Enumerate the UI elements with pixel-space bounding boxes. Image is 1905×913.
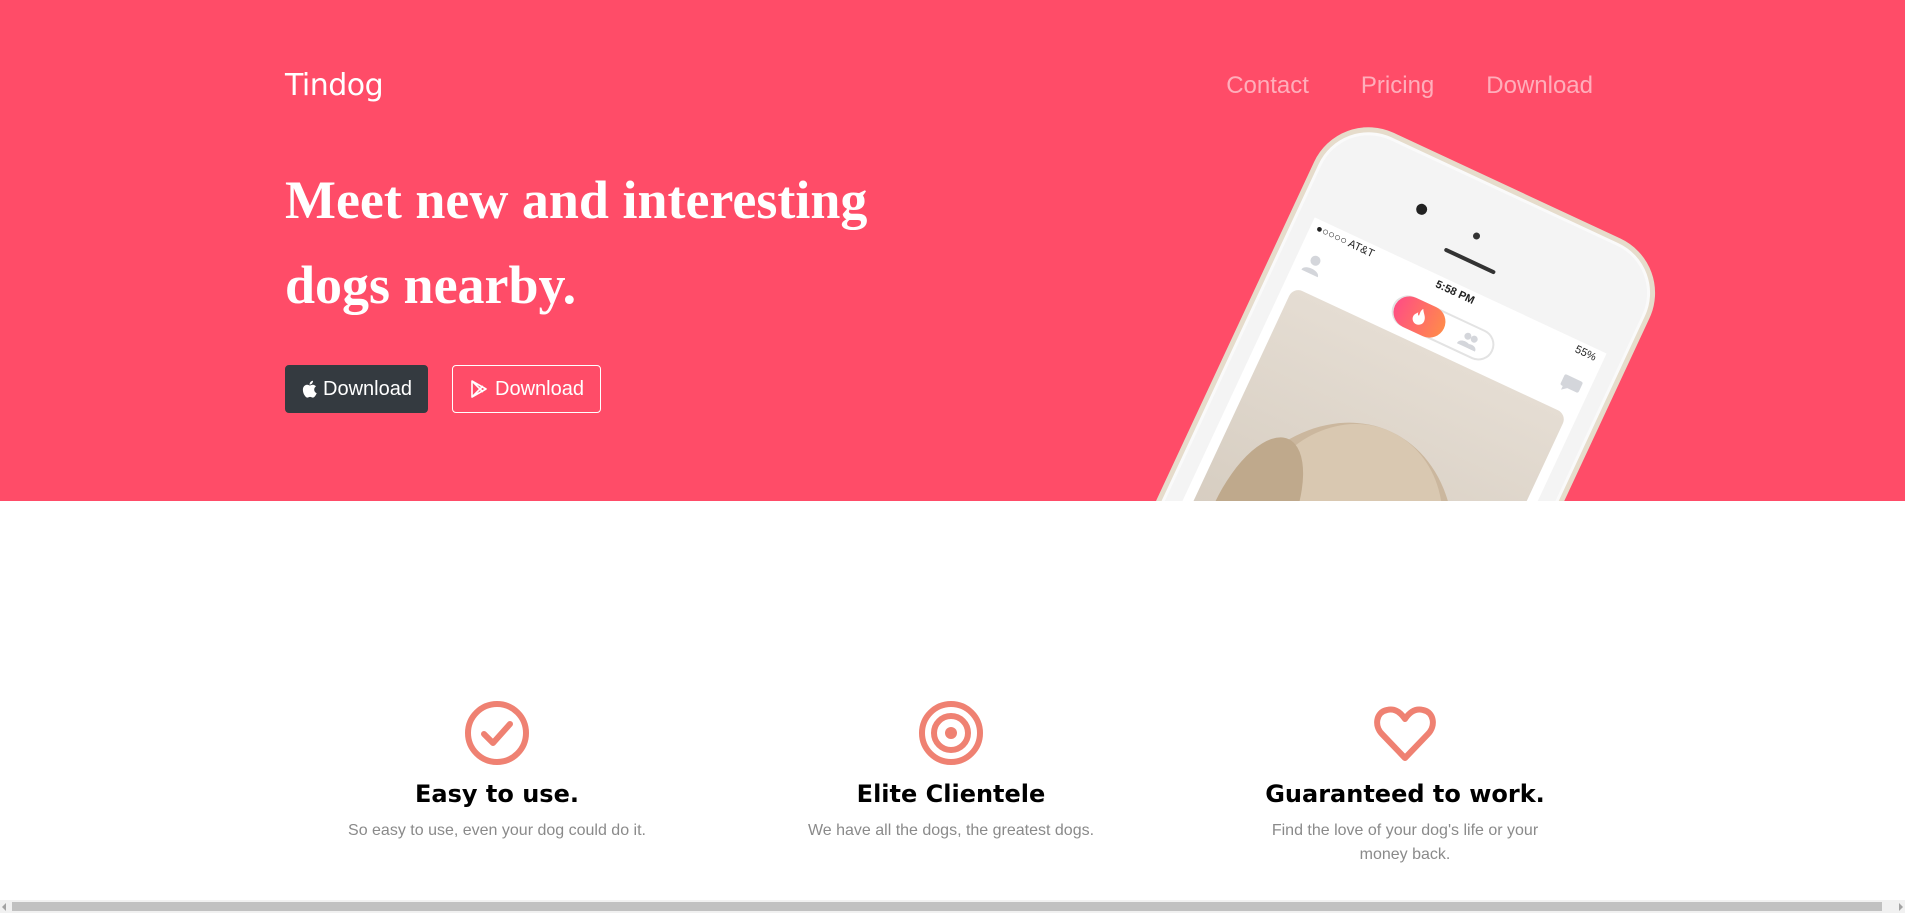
apple-icon [302, 380, 317, 398]
feature-elite-title: Elite Clientele [856, 780, 1046, 808]
hero-title: Meet new and interesting dogs nearby. [285, 170, 868, 315]
scroll-left-arrow[interactable] [2, 903, 6, 911]
feature-guaranteed: Guaranteed to work. Find the love of you… [1205, 700, 1605, 867]
feature-elite: Elite Clientele We have all the dogs, th… [751, 700, 1151, 843]
feature-easy: Easy to use. So easy to use, even your d… [297, 700, 697, 843]
check-circle-icon [465, 701, 529, 765]
horizontal-scrollbar[interactable] [0, 900, 1905, 913]
phone-mockup: ●○○○○ AT&T 5:58 PM 55% [1035, 107, 1675, 501]
google-play-download-label: Download [495, 377, 584, 400]
nav-link-pricing[interactable]: Pricing [1361, 72, 1434, 100]
google-play-download-button[interactable]: Download [452, 365, 601, 413]
bullseye-icon [919, 701, 983, 765]
brand-logo[interactable]: Tindog [285, 68, 384, 103]
chat-icon [1560, 374, 1583, 393]
feature-elite-text: We have all the dogs, the greatest dogs. [807, 822, 1095, 839]
feature-easy-title: Easy to use. [415, 780, 579, 808]
google-play-icon [471, 380, 487, 398]
nav-link-download[interactable]: Download [1486, 72, 1593, 100]
feature-easy-text: So easy to use, even your dog could do i… [348, 822, 646, 839]
feature-guaranteed-text: Find the love of your dog's life or your… [1271, 822, 1539, 863]
hero-section: Tindog Contact Pricing Download Meet new… [0, 0, 1905, 501]
scrollbar-thumb[interactable] [12, 902, 1882, 911]
scroll-right-arrow[interactable] [1899, 903, 1903, 911]
apple-download-label: Download [323, 377, 412, 400]
group-icon [1456, 332, 1478, 352]
nav-bar: Contact Pricing Download [1226, 72, 1593, 100]
apple-download-button[interactable]: Download [285, 365, 428, 413]
feature-guaranteed-title: Guaranteed to work. [1265, 780, 1545, 808]
nav-link-contact[interactable]: Contact [1226, 72, 1309, 100]
profile-icon [1301, 255, 1321, 278]
heart-icon [1374, 706, 1436, 761]
